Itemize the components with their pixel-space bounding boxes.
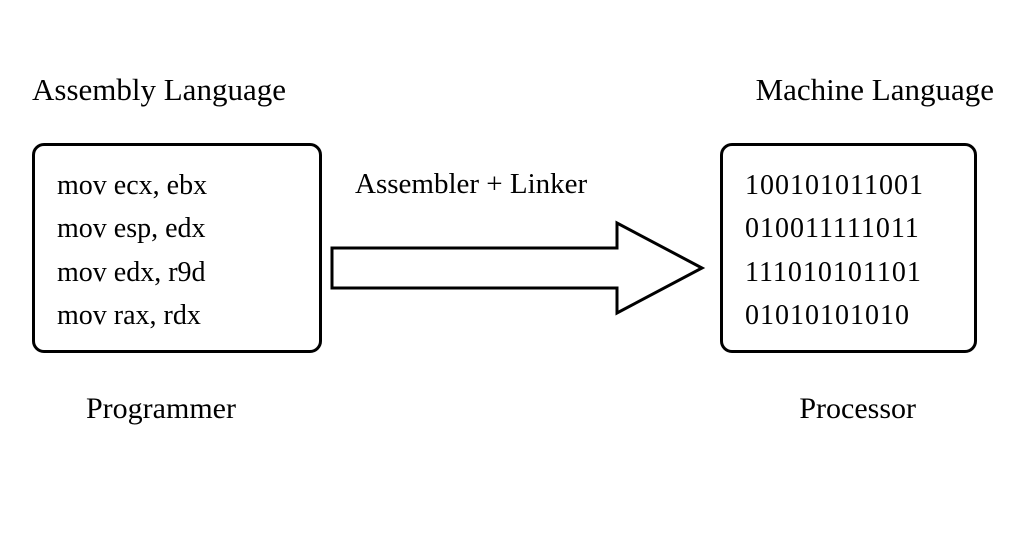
assembly-title: Assembly Language [32, 72, 286, 108]
machine-box: 100101011001 010011111011 111010101101 0… [720, 143, 977, 353]
machine-line: 111010101101 [745, 251, 952, 294]
machine-caption: Processor [799, 392, 916, 426]
assembly-line: mov rax, rdx [57, 294, 297, 337]
machine-line: 100101011001 [745, 164, 952, 207]
assembly-line: mov edx, r9d [57, 251, 297, 294]
assembly-box: mov ecx, ebx mov esp, edx mov edx, r9d m… [32, 143, 322, 353]
machine-title: Machine Language [756, 72, 994, 108]
machine-line: 010011111011 [745, 207, 952, 250]
machine-line: 01010101010 [745, 294, 952, 337]
assembly-line: mov esp, edx [57, 207, 297, 250]
arrow-label: Assembler + Linker [355, 168, 587, 201]
assembly-line: mov ecx, ebx [57, 164, 297, 207]
assembly-caption: Programmer [86, 392, 236, 426]
assembler-diagram: Assembly Language Machine Language mov e… [0, 0, 1024, 546]
arrow-icon [327, 218, 707, 318]
